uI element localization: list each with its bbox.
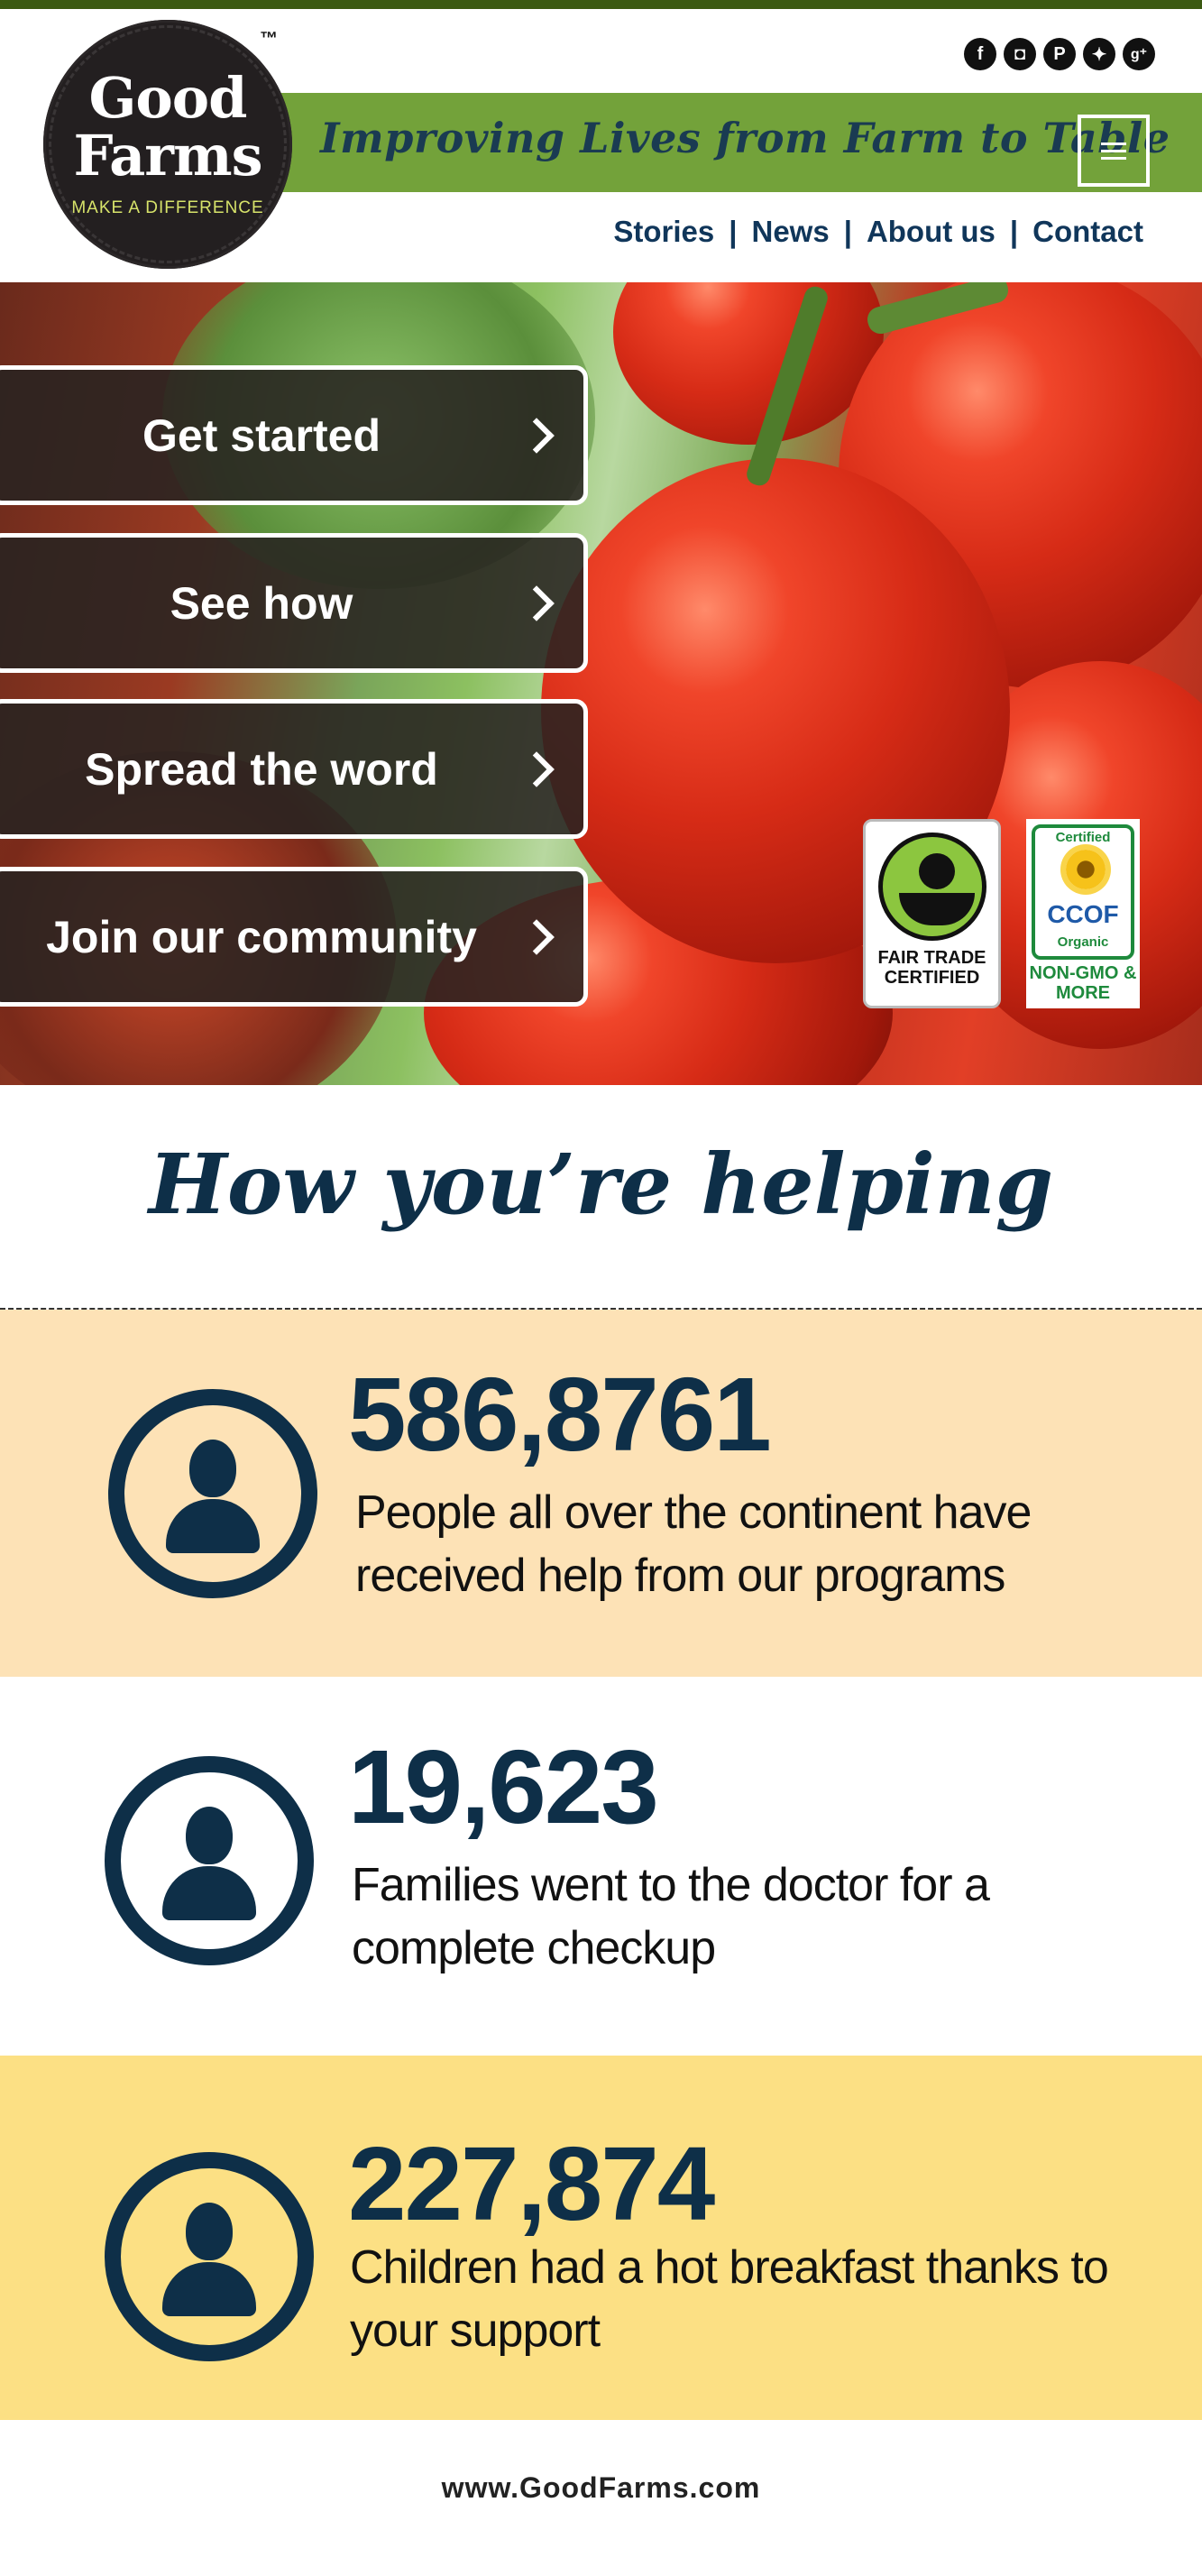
tomato-image [613,282,884,445]
fair-trade-certified-badge: FAIR TRADE CERTIFIED [863,819,1001,1008]
instagram-icon[interactable]: ◘ [1004,38,1036,70]
chevron-right-icon [518,417,555,454]
nav-link-stories[interactable]: Stories [613,215,714,249]
get-started-button[interactable]: Get started [0,365,588,505]
good-farms-logo[interactable]: Good Farms MAKE A DIFFERENCE [43,20,292,269]
stat-description: People all over the continent have recei… [355,1486,1032,1602]
logo-line-farms: Farms [73,123,263,189]
nav-separator: | [843,215,852,248]
menu-line-icon [1101,142,1126,145]
pinterest-icon[interactable]: P [1043,38,1076,70]
fair-trade-label: FAIR TRADE CERTIFIED [877,948,986,988]
trademark-symbol: ™ [260,29,278,49]
ccof-certified-label: Certified [1055,830,1111,845]
button-label: Get started [142,409,381,461]
join-community-button[interactable]: Join our community [0,867,588,1007]
ccof-organic-badge: Certified CCOF Organic NON-GMO & MORE [1026,819,1140,1008]
banner-tagline: Improving Lives from Farm to Table [320,114,1170,162]
button-label: Spread the word [85,743,438,795]
nav-separator: | [1009,215,1019,248]
ccof-organic-label: Organic [1057,934,1109,950]
menu-line-icon [1101,156,1126,160]
site-header: Improving Lives from Farm to Table Good … [0,9,1202,282]
hero-tomatoes: Get started See how Spread the word Join… [0,282,1202,1085]
sunflower-icon [1066,850,1106,889]
nav-link-news[interactable]: News [751,215,829,249]
menu-line-icon [1101,149,1126,152]
chevron-right-icon [518,584,555,621]
stat-description: Children had a hot breakfast thanks to y… [350,2241,1109,2357]
logo-tagline: MAKE A DIFFERENCE [71,198,264,217]
button-label: Join our community [46,911,477,962]
footer-website-link[interactable]: www.GoodFarms.com [0,2471,1202,2505]
google-plus-icon[interactable]: g⁺ [1123,38,1155,70]
spread-the-word-button[interactable]: Spread the word [0,699,588,839]
stat-families-checkup: 19,623 Families went to the doctor for a… [0,1677,1202,2056]
chevron-right-icon [518,918,555,955]
person-icon [108,1389,317,1598]
chevron-right-icon [518,750,555,787]
twitter-icon[interactable]: ✦ [1083,38,1115,70]
stat-number: 19,623 [348,1728,659,1845]
nav-separator: | [729,215,738,248]
logo-line-good: Good [88,65,247,131]
stat-children-breakfast: 227,874 Children had a hot breakfast tha… [0,2056,1202,2420]
ccof-logo: Certified CCOF Organic [1032,824,1134,960]
main-nav: Stories | News | About us | Contact [613,215,1143,249]
banner-bar: Improving Lives from Farm to Table [198,93,1202,192]
nav-link-contact[interactable]: Contact [1032,215,1143,249]
ccof-wordmark: CCOF [1047,900,1119,928]
button-label: See how [170,577,353,629]
nav-link-about-us[interactable]: About us [867,215,996,249]
person-icon [105,1756,314,1965]
section-title: How you’re helping [148,1136,1054,1233]
stat-number: 227,874 [348,2125,715,2242]
see-how-button[interactable]: See how [0,533,588,673]
stat-number: 586,8761 [348,1356,772,1473]
fair-trade-logo-icon [878,833,986,941]
top-accent-line [0,0,1202,9]
hamburger-menu-button[interactable] [1078,115,1150,187]
non-gmo-label: NON-GMO & MORE [1029,963,1137,1003]
social-links: f ◘ P ✦ g⁺ [964,38,1155,70]
person-icon [105,2152,314,2361]
stat-people-helped: 586,8761 People all over the continent h… [0,1310,1202,1677]
stat-description: Families went to the doctor for a comple… [352,1859,990,1974]
facebook-icon[interactable]: f [964,38,996,70]
